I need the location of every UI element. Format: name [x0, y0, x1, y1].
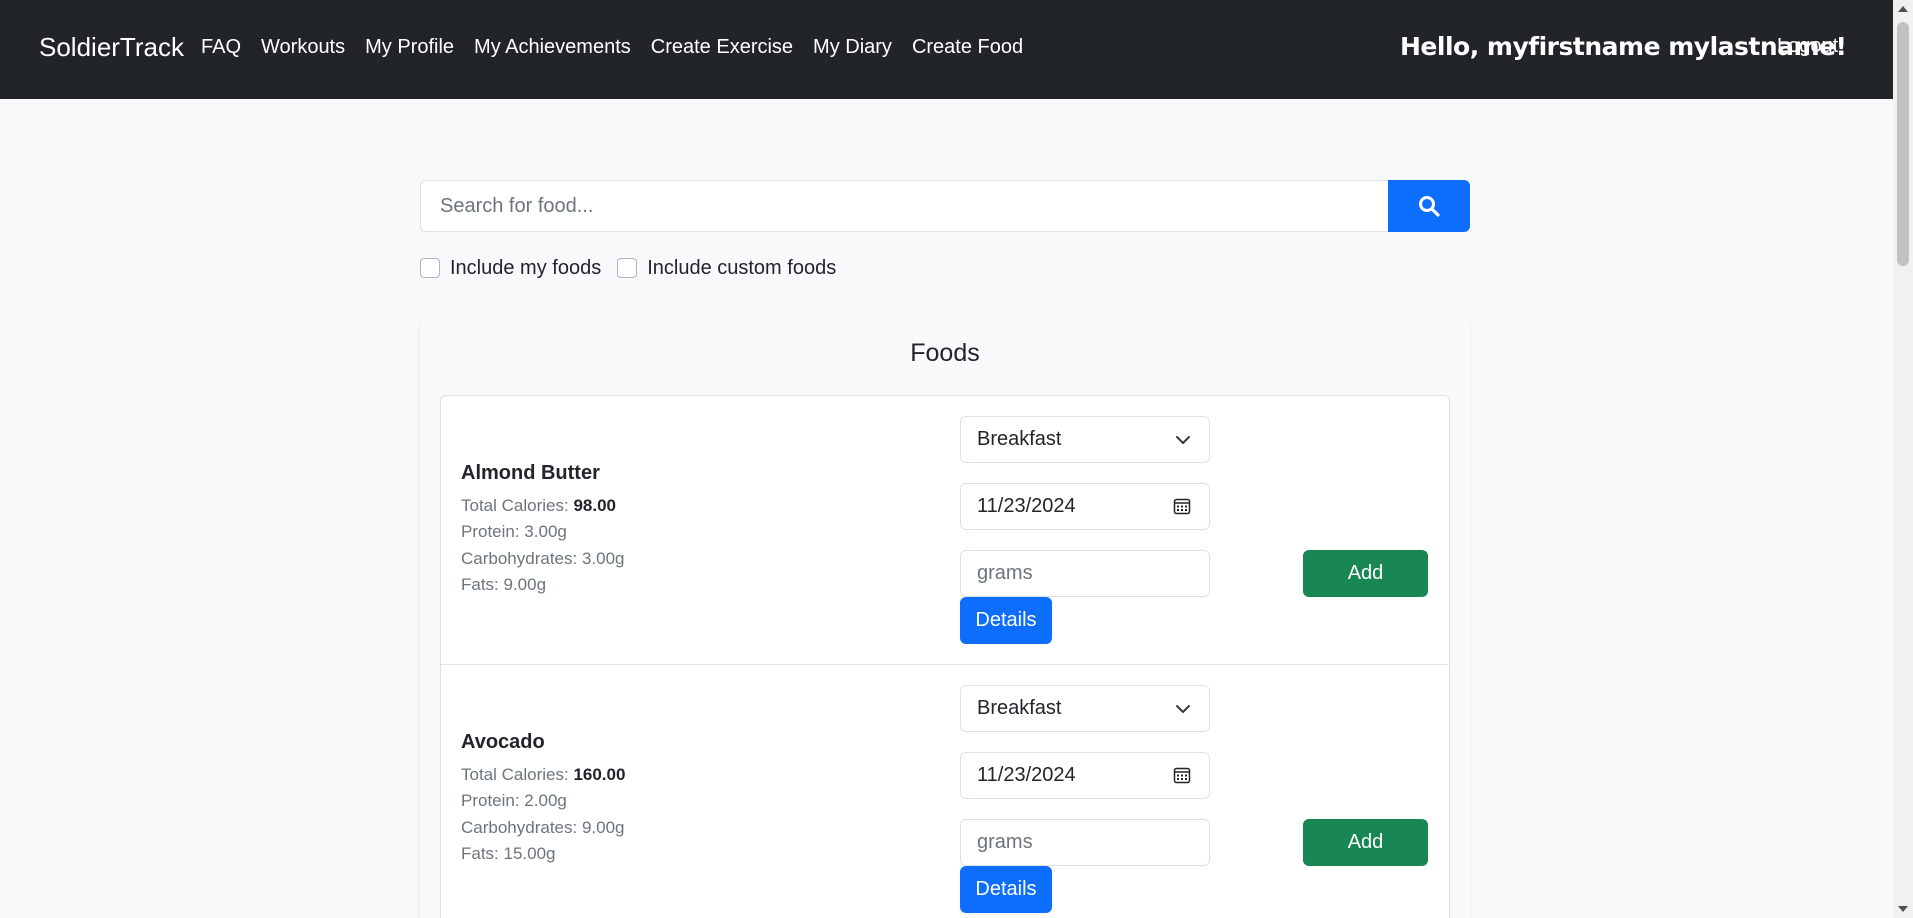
include-my-foods-checkbox[interactable]: Include my foods: [420, 254, 601, 282]
calories-value: 160.00: [573, 765, 626, 784]
food-name: Avocado: [461, 731, 545, 753]
nav-link-my-diary[interactable]: My Diary: [813, 30, 892, 64]
grams-input[interactable]: [960, 550, 1210, 597]
meal-select-value: Breakfast: [977, 428, 1062, 450]
scroll-up-arrow-icon[interactable]: [1898, 6, 1908, 12]
food-list: Almond Butter Total Calories: 98.00 Prot…: [440, 395, 1450, 918]
grams-input[interactable]: [960, 819, 1210, 866]
page-scrollbar[interactable]: [1893, 0, 1913, 918]
food-calories: Total Calories: 160.00: [461, 762, 625, 788]
include-custom-foods-label: Include custom foods: [647, 257, 837, 279]
scrollbar-thumb[interactable]: [1897, 22, 1909, 266]
include-custom-foods-checkbox[interactable]: Include custom foods: [617, 254, 836, 282]
meal-select-value: Breakfast: [977, 697, 1062, 719]
date-value: 11/23/2024: [977, 495, 1076, 517]
date-value: 11/23/2024: [977, 764, 1076, 786]
food-item: Avocado Total Calories: 160.00 Protein: …: [441, 665, 1449, 918]
food-carbs: Carbohydrates: 3.00g: [461, 549, 625, 568]
include-my-foods-label: Include my foods: [450, 257, 602, 279]
food-name: Almond Butter: [461, 462, 600, 484]
nav-link-my-achievements[interactable]: My Achievements: [474, 30, 631, 64]
meal-select[interactable]: Breakfast: [960, 416, 1210, 463]
nav-link-faq[interactable]: FAQ: [201, 30, 241, 64]
nav-link-workouts[interactable]: Workouts: [261, 30, 345, 64]
scroll-down-arrow-icon[interactable]: [1898, 906, 1908, 912]
food-item: Almond Butter Total Calories: 98.00 Prot…: [441, 396, 1449, 665]
chevron-down-icon: [1176, 436, 1190, 444]
add-button[interactable]: Add: [1303, 819, 1428, 866]
date-input[interactable]: 11/23/2024: [960, 483, 1210, 530]
foods-card: Foods Almond Butter Total Calories: 98.0…: [420, 316, 1470, 918]
food-fats: Fats: 15.00g: [461, 844, 556, 863]
nav-links: FAQ Workouts My Profile My Achievements …: [201, 30, 1023, 64]
food-calories: Total Calories: 98.00: [461, 493, 616, 519]
navbar: SoldierTrack FAQ Workouts My Profile My …: [0, 0, 1893, 99]
checkbox-box[interactable]: [617, 258, 638, 278]
details-button[interactable]: Details: [960, 866, 1052, 913]
date-input[interactable]: 11/23/2024: [960, 752, 1210, 799]
add-button[interactable]: Add: [1303, 550, 1428, 597]
calories-label: Total Calories:: [461, 765, 574, 784]
search-button[interactable]: [1388, 180, 1470, 232]
food-protein: Protein: 2.00g: [461, 791, 567, 810]
details-button[interactable]: Details: [960, 597, 1052, 644]
calories-label: Total Calories:: [461, 496, 574, 515]
calendar-icon[interactable]: [1173, 497, 1191, 515]
checkbox-box[interactable]: [420, 258, 440, 278]
nav-link-create-food[interactable]: Create Food: [912, 30, 1023, 64]
search-filters: Include my foods Include custom foods: [420, 254, 836, 282]
calories-value: 98.00: [573, 496, 616, 515]
food-protein: Protein: 3.00g: [461, 522, 567, 541]
food-search-input[interactable]: [420, 180, 1388, 232]
meal-select[interactable]: Breakfast: [960, 685, 1210, 732]
nav-link-my-profile[interactable]: My Profile: [365, 30, 454, 64]
nav-link-create-exercise[interactable]: Create Exercise: [651, 30, 793, 64]
food-fats: Fats: 9.00g: [461, 575, 547, 594]
food-search-group: [420, 180, 1470, 232]
chevron-down-icon: [1176, 705, 1190, 713]
calendar-icon[interactable]: [1173, 766, 1191, 784]
food-carbs: Carbohydrates: 9.00g: [461, 818, 625, 837]
search-icon: [1419, 196, 1440, 217]
logout-link[interactable]: Logout: [1777, 30, 1838, 62]
brand-logo[interactable]: SoldierTrack: [39, 30, 184, 64]
foods-title: Foods: [910, 339, 980, 367]
